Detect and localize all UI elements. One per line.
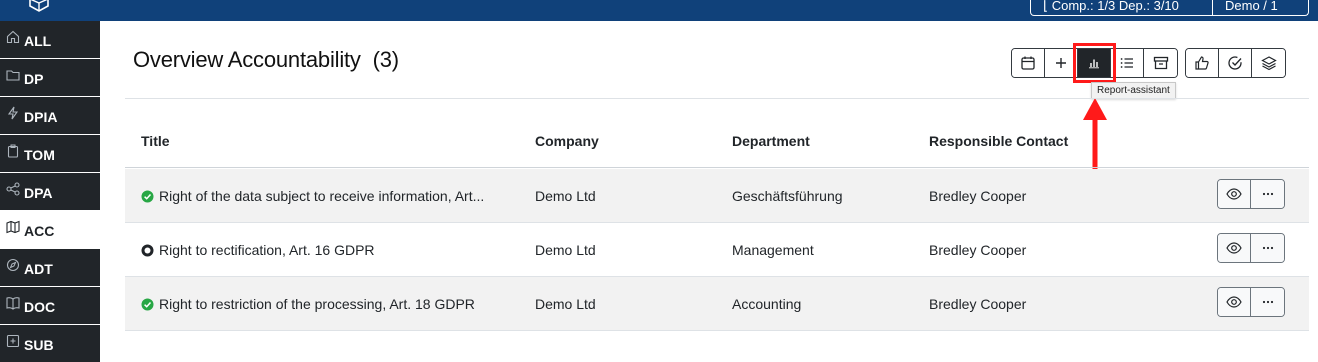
- table-row[interactable]: Right to restriction of the processing, …: [125, 277, 1309, 331]
- sidebar-item-label: DP: [24, 70, 44, 87]
- row-company: Demo Ltd: [535, 296, 596, 312]
- table-header: Title Company Department Responsible Con…: [125, 115, 1309, 168]
- top-navbar: ⌊ Comp.: 1/3 Dep.: 3/10 Demo / 1: [0, 0, 1318, 21]
- sidebar-item-doc[interactable]: DOC: [0, 287, 100, 324]
- row-department: Accounting: [732, 296, 802, 312]
- row-company: Demo Ltd: [535, 188, 596, 204]
- list-icon: [1120, 58, 1133, 68]
- row-title-text: Right to rectification, Art. 16 GDPR: [159, 242, 375, 258]
- row-company: Demo Ltd: [535, 242, 596, 258]
- home-icon: [5, 29, 20, 44]
- row-contact: Bredley Cooper: [929, 242, 1027, 258]
- sidebar-item-acc[interactable]: ACC: [0, 211, 100, 248]
- page-title-text: Overview Accountability: [133, 47, 361, 72]
- eye-icon: [1226, 188, 1242, 200]
- sidebar-item-sub[interactable]: SUB: [0, 325, 100, 362]
- eye-icon: [1226, 296, 1242, 308]
- book-icon: [5, 295, 20, 310]
- toolbar-group-secondary: [1185, 48, 1286, 78]
- check-circle-icon: [1228, 56, 1242, 70]
- archive-icon: [1153, 56, 1168, 70]
- more-options-button[interactable]: [1251, 234, 1284, 262]
- sidebar-item-label: DPA: [24, 184, 53, 201]
- column-header-title[interactable]: Title: [141, 133, 170, 149]
- row-department: Geschäftsführung: [732, 188, 843, 204]
- row-title-text: Right to restriction of the processing, …: [159, 296, 475, 312]
- logo-icon[interactable]: [28, 0, 50, 12]
- sidebar-item-dpia[interactable]: DPIA: [0, 97, 100, 134]
- page-title-count: (3): [372, 47, 399, 72]
- more-options-button[interactable]: [1251, 288, 1284, 316]
- folder-icon: [5, 67, 20, 82]
- building-icon: ⌊: [1043, 0, 1049, 13]
- archive-button[interactable]: [1144, 49, 1177, 77]
- layers-button[interactable]: [1252, 49, 1285, 77]
- layers-icon: [1260, 56, 1277, 71]
- column-header-department[interactable]: Department: [732, 133, 810, 149]
- page-title: Overview Accountability (3): [133, 47, 399, 73]
- more-horizontal-icon: [1262, 192, 1273, 196]
- row-actions: [1217, 179, 1285, 209]
- row-title-text: Right of the data subject to receive inf…: [159, 188, 485, 204]
- approve-button[interactable]: [1186, 49, 1219, 77]
- sidebar-item-label: ACC: [24, 222, 55, 239]
- row-actions: [1217, 287, 1285, 317]
- status-complete-icon: [141, 298, 154, 310]
- sidebar-item-label: TOM: [24, 146, 55, 163]
- sidebar-item-label: ALL: [24, 32, 52, 49]
- company-department-selector[interactable]: ⌊ Comp.: 1/3 Dep.: 3/10: [1030, 0, 1213, 16]
- calendar-button[interactable]: [1012, 49, 1045, 77]
- calendar-icon: [1021, 56, 1035, 70]
- sidebar: ALL DP DPIA TOM DPA ACC ADT DOC SUB: [0, 21, 100, 362]
- row-contact: Bredley Cooper: [929, 188, 1027, 204]
- share-nodes-icon: [5, 181, 20, 196]
- lightning-icon: [5, 105, 20, 120]
- sidebar-item-label: DOC: [24, 298, 56, 315]
- sidebar-item-dp[interactable]: DP: [0, 59, 100, 96]
- header-divider: [125, 98, 1309, 99]
- row-title-cell[interactable]: Right to restriction of the processing, …: [141, 296, 475, 312]
- row-contact: Bredley Cooper: [929, 296, 1027, 312]
- more-horizontal-icon: [1262, 246, 1273, 250]
- compass-icon: [5, 257, 20, 272]
- view-button[interactable]: [1218, 234, 1251, 262]
- row-title-cell[interactable]: Right to rectification, Art. 16 GDPR: [141, 242, 375, 258]
- view-button[interactable]: [1218, 180, 1251, 208]
- check-button[interactable]: [1219, 49, 1252, 77]
- plus-icon: [1056, 58, 1066, 68]
- status-complete-icon: [141, 190, 154, 202]
- view-button[interactable]: [1218, 288, 1251, 316]
- more-options-button[interactable]: [1251, 180, 1284, 208]
- folder-plus-icon: [5, 333, 20, 348]
- status-open-icon: [141, 244, 154, 256]
- eye-icon: [1226, 242, 1242, 254]
- map-icon: [5, 219, 20, 234]
- sidebar-item-tom[interactable]: TOM: [0, 135, 100, 172]
- company-selector-label: Comp.: 1/3 Dep.: 3/10: [1051, 0, 1179, 13]
- clipboard-icon: [5, 143, 20, 158]
- column-header-company[interactable]: Company: [535, 133, 599, 149]
- user-menu-label: Demo / 1: [1225, 0, 1278, 13]
- row-title-cell[interactable]: Right of the data subject to receive inf…: [141, 188, 484, 204]
- table-row[interactable]: Right to rectification, Art. 16 GDPR Dem…: [125, 223, 1309, 277]
- sidebar-item-dpa[interactable]: DPA: [0, 173, 100, 210]
- sidebar-item-label: DPIA: [24, 108, 58, 125]
- sidebar-item-adt[interactable]: ADT: [0, 249, 100, 286]
- row-department: Management: [732, 242, 814, 258]
- thumbs-up-icon: [1195, 56, 1209, 70]
- annotation-highlight-box: [1073, 43, 1116, 83]
- more-horizontal-icon: [1262, 300, 1273, 304]
- row-actions: [1217, 233, 1285, 263]
- sidebar-item-label: ADT: [24, 260, 53, 277]
- user-menu-button[interactable]: Demo / 1: [1213, 0, 1309, 16]
- column-header-responsible-contact[interactable]: Responsible Contact: [929, 133, 1068, 149]
- sidebar-item-all[interactable]: ALL: [0, 21, 100, 58]
- sidebar-item-label: SUB: [24, 336, 54, 353]
- table-row[interactable]: Right of the data subject to receive inf…: [125, 169, 1309, 223]
